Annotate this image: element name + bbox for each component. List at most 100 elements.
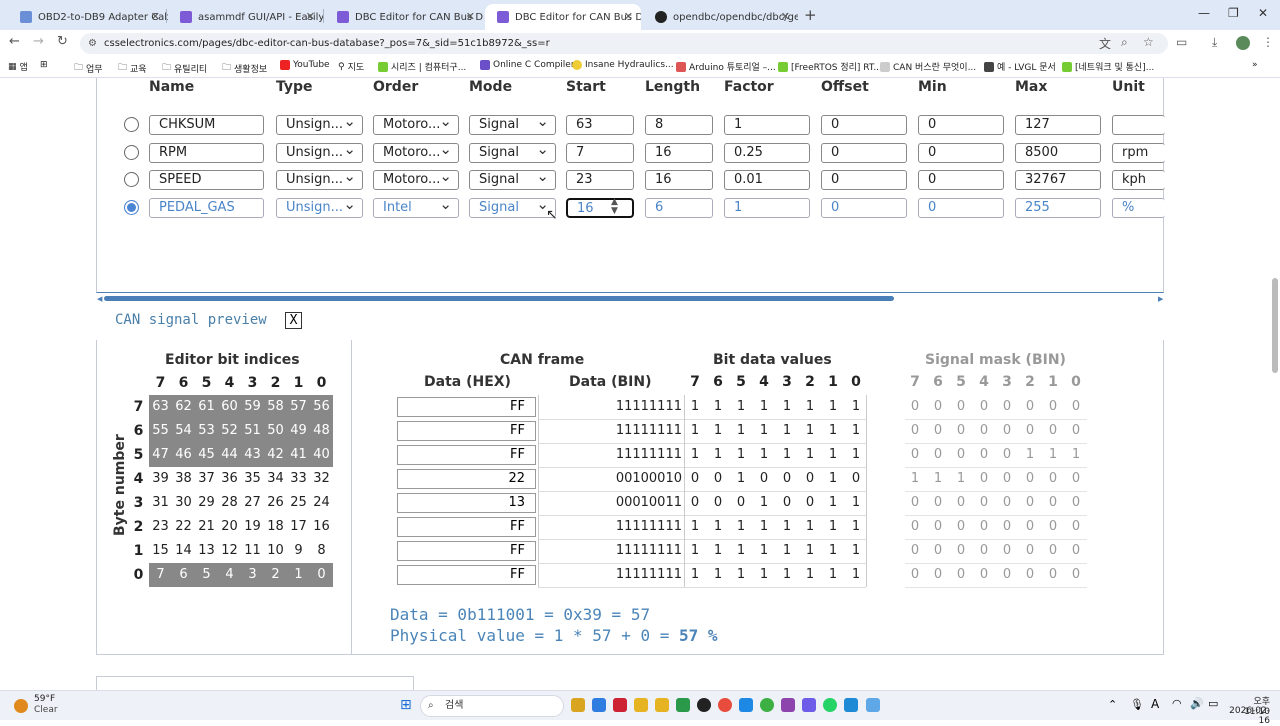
profile-avatar-icon[interactable] xyxy=(1236,36,1250,50)
bit-index-cell[interactable]: 26 xyxy=(264,491,287,515)
bit-index-cell[interactable]: 22 xyxy=(172,515,195,539)
ime-indicator[interactable]: A xyxy=(1151,697,1159,711)
windows-start-icon[interactable]: ⊞ xyxy=(400,697,412,713)
signal-offset-input[interactable]: 0 xyxy=(821,170,907,190)
bookmark[interactable]: Online C Compiler xyxy=(480,60,575,70)
hex-input[interactable]: FF xyxy=(397,421,536,441)
bit-index-cell[interactable]: 38 xyxy=(172,467,195,491)
tab-3-active[interactable]: DBC Editor for CAN Bus Datab✕ xyxy=(485,4,641,30)
bit-index-cell[interactable]: 24 xyxy=(310,491,333,515)
bit-index-cell[interactable]: 34 xyxy=(264,467,287,491)
bit-index-cell[interactable]: 16 xyxy=(310,515,333,539)
bit-index-cell[interactable]: 53 xyxy=(195,419,218,443)
bit-index-cell[interactable]: 18 xyxy=(264,515,287,539)
signal-offset-input[interactable]: 0 xyxy=(821,115,907,135)
bit-index-cell[interactable]: 54 xyxy=(172,419,195,443)
bit-index-cell[interactable]: 56 xyxy=(310,395,333,419)
more-bookmarks-icon[interactable]: » xyxy=(1252,60,1258,70)
bit-index-cell[interactable]: 6 xyxy=(172,563,195,587)
new-tab-button[interactable]: + xyxy=(804,6,817,24)
bit-index-cell[interactable]: 5 xyxy=(195,563,218,587)
close-icon[interactable]: ✕ xyxy=(466,10,475,23)
bit-index-cell[interactable]: 8 xyxy=(310,539,333,563)
bit-index-cell[interactable]: 10 xyxy=(264,539,287,563)
bookmark-star-icon[interactable]: ☆ xyxy=(1143,35,1154,49)
bit-index-cell[interactable]: 37 xyxy=(195,467,218,491)
minimize-icon[interactable]: — xyxy=(1198,6,1210,20)
signal-length-input[interactable]: 16 xyxy=(645,143,713,163)
bit-index-cell[interactable]: 29 xyxy=(195,491,218,515)
signal-mode-select[interactable]: Signal xyxy=(469,198,556,218)
signal-factor-input[interactable]: 0.25 xyxy=(724,143,810,163)
bit-index-cell[interactable]: 49 xyxy=(287,419,310,443)
signal-min-input[interactable]: 0 xyxy=(918,143,1004,163)
signal-length-input[interactable]: 8 xyxy=(645,115,713,135)
translate-icon[interactable]: 文 xyxy=(1099,35,1111,52)
signal-max-input[interactable]: 32767 xyxy=(1015,170,1101,190)
preview-close-button[interactable]: X xyxy=(285,312,302,329)
close-icon[interactable]: ✕ xyxy=(151,10,160,23)
bit-index-cell[interactable]: 60 xyxy=(218,395,241,419)
file-explorer-icon[interactable] xyxy=(571,698,585,712)
bit-index-cell[interactable]: 63 xyxy=(149,395,172,419)
whatsapp-icon[interactable] xyxy=(823,698,837,712)
bit-index-cell[interactable]: 39 xyxy=(149,467,172,491)
app-icon[interactable] xyxy=(613,698,627,712)
bit-index-cell[interactable]: 9 xyxy=(287,539,310,563)
bookmark[interactable]: CAN 버스란 무엇이... xyxy=(880,60,976,73)
hex-input[interactable]: 22 xyxy=(397,469,536,489)
menu-icon[interactable]: ⋮ xyxy=(1262,35,1274,49)
tab-2[interactable]: DBC Editor for CAN Bus Datab✕ xyxy=(325,4,483,30)
tab-0[interactable]: OBD2-to-DB9 Adapter Cable ✕ xyxy=(8,4,168,30)
window-close-icon[interactable]: ✕ xyxy=(1258,6,1268,20)
taskbar-search[interactable]: ⌕ 검색 xyxy=(420,695,564,717)
bookmark-folder[interactable]: 🗀 생활정보 xyxy=(222,60,267,76)
bit-index-cell[interactable]: 28 xyxy=(218,491,241,515)
row-select-radio[interactable] xyxy=(124,145,139,160)
forward-icon[interactable]: → xyxy=(33,34,44,49)
bit-index-cell[interactable]: 17 xyxy=(287,515,310,539)
bit-index-cell[interactable]: 0 xyxy=(310,563,333,587)
bookmark[interactable]: [FreeRTOS 정리] RT... xyxy=(778,60,882,73)
chrome-icon[interactable] xyxy=(718,698,732,712)
signal-factor-input[interactable]: 1 xyxy=(724,115,810,135)
bookmark-apps[interactable]: ▦ 앱 xyxy=(8,60,28,74)
bit-index-cell[interactable]: 31 xyxy=(149,491,172,515)
bookmark-youtube[interactable]: YouTube xyxy=(280,60,330,70)
app-icon[interactable] xyxy=(634,698,648,712)
signal-order-select[interactable]: Motoro... xyxy=(373,143,459,163)
hex-input[interactable]: FF xyxy=(397,565,536,585)
wifi-icon[interactable]: ◠ xyxy=(1172,697,1182,710)
bit-index-cell[interactable]: 55 xyxy=(149,419,172,443)
bit-index-cell[interactable]: 15 xyxy=(149,539,172,563)
bookmark[interactable]: 예 - LVGL 문서 xyxy=(984,60,1056,73)
signal-max-input[interactable]: 255 xyxy=(1015,198,1101,218)
address-bar[interactable]: ⚙ csselectronics.com/pages/dbc-editor-can… xyxy=(80,33,1168,54)
bit-index-cell[interactable]: 35 xyxy=(241,467,264,491)
bit-index-cell[interactable]: 45 xyxy=(195,443,218,467)
bit-index-cell[interactable]: 30 xyxy=(172,491,195,515)
bit-index-cell[interactable]: 58 xyxy=(264,395,287,419)
bit-index-cell[interactable]: 61 xyxy=(195,395,218,419)
back-icon[interactable]: ← xyxy=(9,34,20,49)
horizontal-scrollbar[interactable] xyxy=(104,296,894,301)
bit-index-cell[interactable]: 50 xyxy=(264,419,287,443)
close-icon[interactable]: ✕ xyxy=(306,10,315,23)
battery-icon[interactable]: ▭ xyxy=(1208,697,1218,710)
bit-index-cell[interactable]: 25 xyxy=(287,491,310,515)
signal-mode-select[interactable]: Signal xyxy=(469,143,556,163)
bit-index-cell[interactable]: 27 xyxy=(241,491,264,515)
bit-index-cell[interactable]: 62 xyxy=(172,395,195,419)
download-icon[interactable]: ⤓ xyxy=(1212,35,1217,50)
bit-index-cell[interactable]: 11 xyxy=(241,539,264,563)
signal-unit-input[interactable]: rpm xyxy=(1112,143,1165,163)
signal-order-select[interactable]: Motoro... xyxy=(373,170,459,190)
signal-name-input[interactable]: SPEED xyxy=(149,170,264,190)
bit-index-cell[interactable]: 43 xyxy=(241,443,264,467)
signal-offset-input[interactable]: 0 xyxy=(821,143,907,163)
signal-order-select[interactable]: Intel xyxy=(373,198,459,218)
signal-type-select[interactable]: Unsign... xyxy=(276,198,363,218)
site-info-icon[interactable]: ⚙ xyxy=(88,33,97,54)
hex-input[interactable]: FF xyxy=(397,541,536,561)
app-icon[interactable] xyxy=(760,698,774,712)
